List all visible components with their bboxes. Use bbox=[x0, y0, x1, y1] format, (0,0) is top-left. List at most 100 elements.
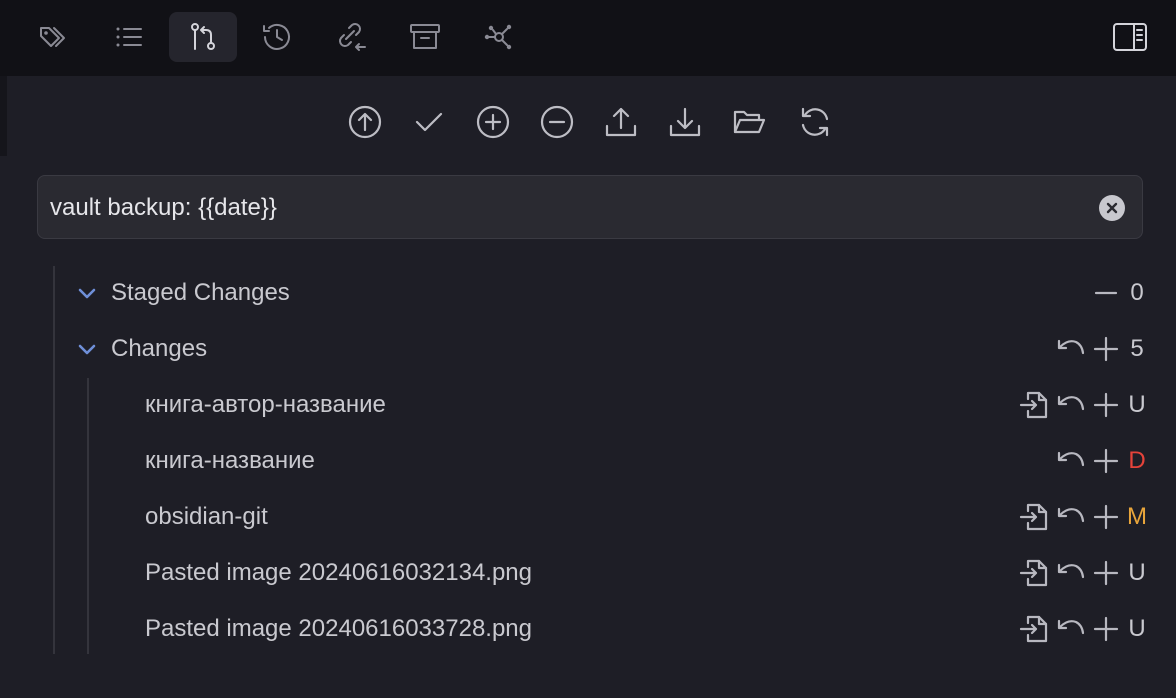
file-status: M bbox=[1127, 503, 1147, 530]
commit-icon bbox=[415, 112, 443, 132]
undo-icon bbox=[1057, 395, 1085, 411]
commit-and-sync-button[interactable] bbox=[343, 100, 387, 144]
file-status: U bbox=[1128, 391, 1146, 418]
unstage-all-icon bbox=[540, 105, 574, 139]
folder-icon bbox=[733, 110, 766, 134]
commit-button[interactable] bbox=[407, 100, 451, 144]
file-row[interactable]: Pasted image 20240616032134.png U bbox=[60, 547, 1150, 599]
tab-graph[interactable] bbox=[465, 12, 533, 62]
open-file-button[interactable] bbox=[1016, 499, 1052, 535]
file-actions: U bbox=[1016, 379, 1150, 431]
discard-file-button[interactable] bbox=[1052, 387, 1088, 423]
left-edge bbox=[0, 76, 7, 156]
commit-and-sync-icon bbox=[348, 105, 382, 139]
discard-file-button[interactable] bbox=[1052, 443, 1088, 479]
tree-guide-outer bbox=[53, 266, 55, 654]
commit-message-input[interactable] bbox=[48, 176, 1092, 240]
tab-backlinks[interactable] bbox=[316, 12, 384, 62]
changes-count: 5 bbox=[1130, 335, 1144, 362]
plus-icon bbox=[1093, 504, 1119, 530]
stage-file-button[interactable] bbox=[1088, 387, 1124, 423]
file-status: U bbox=[1128, 615, 1146, 642]
file-name: Pasted image 20240616032134.png bbox=[145, 559, 532, 586]
discard-file-button[interactable] bbox=[1052, 555, 1088, 591]
pull-button[interactable] bbox=[663, 100, 707, 144]
history-icon bbox=[263, 23, 290, 50]
file-actions: D bbox=[1052, 435, 1150, 487]
tab-tags[interactable] bbox=[20, 12, 88, 62]
open-file-icon bbox=[1019, 391, 1048, 419]
chevron-down-icon bbox=[78, 344, 96, 355]
graph-icon bbox=[484, 24, 512, 50]
file-name: obsidian-git bbox=[145, 503, 268, 530]
file-status: D bbox=[1128, 447, 1146, 474]
push-button[interactable] bbox=[599, 100, 643, 144]
unstage-all-staged-button[interactable] bbox=[1088, 275, 1124, 311]
file-actions: U bbox=[1016, 547, 1150, 599]
staged-changes-label: Staged Changes bbox=[111, 279, 290, 306]
open-file-button[interactable] bbox=[1016, 555, 1052, 591]
plus-icon bbox=[1093, 616, 1119, 642]
undo-icon bbox=[1057, 339, 1085, 355]
minus-icon bbox=[1094, 291, 1118, 295]
stage-file-button[interactable] bbox=[1088, 443, 1124, 479]
sidebar-toggle-icon bbox=[1113, 23, 1147, 51]
clear-message-button[interactable] bbox=[1099, 195, 1125, 221]
plus-icon bbox=[1093, 336, 1119, 362]
commit-message-box bbox=[37, 175, 1143, 240]
file-name: книга-название bbox=[145, 447, 315, 474]
tab-history[interactable] bbox=[243, 12, 311, 62]
tab-archive[interactable] bbox=[391, 12, 459, 62]
link-arrow-icon bbox=[339, 23, 366, 51]
refresh-icon bbox=[801, 107, 829, 137]
open-file-icon bbox=[1019, 559, 1048, 587]
plus-icon bbox=[1093, 560, 1119, 586]
tags-icon bbox=[40, 27, 65, 47]
staged-count: 0 bbox=[1130, 279, 1144, 306]
undo-icon bbox=[1057, 507, 1085, 523]
file-row[interactable]: книга-название D bbox=[60, 435, 1150, 487]
open-folder-button[interactable] bbox=[727, 100, 771, 144]
open-file-icon bbox=[1019, 503, 1048, 531]
plus-icon bbox=[1093, 392, 1119, 418]
stage-file-button[interactable] bbox=[1088, 499, 1124, 535]
archive-icon bbox=[410, 24, 440, 49]
close-icon bbox=[1106, 202, 1118, 214]
discard-file-button[interactable] bbox=[1052, 611, 1088, 647]
open-file-button[interactable] bbox=[1016, 611, 1052, 647]
stage-file-button[interactable] bbox=[1088, 555, 1124, 591]
plus-icon bbox=[1093, 448, 1119, 474]
open-file-icon bbox=[1019, 615, 1048, 643]
pull-icon bbox=[669, 107, 701, 137]
unstage-all-button[interactable] bbox=[535, 100, 579, 144]
open-file-button[interactable] bbox=[1016, 387, 1052, 423]
discard-file-button[interactable] bbox=[1052, 499, 1088, 535]
undo-icon bbox=[1057, 619, 1085, 635]
file-actions: U bbox=[1016, 603, 1150, 655]
tab-outline[interactable] bbox=[95, 12, 163, 62]
stage-file-button[interactable] bbox=[1088, 611, 1124, 647]
stage-all-changes-button[interactable] bbox=[1088, 331, 1124, 367]
push-icon bbox=[605, 107, 637, 137]
file-status: U bbox=[1128, 559, 1146, 586]
staged-changes-header[interactable]: Staged Changes 0 bbox=[60, 267, 1150, 319]
file-row[interactable]: Pasted image 20240616033728.png U bbox=[60, 603, 1150, 655]
tab-source-control[interactable] bbox=[169, 12, 237, 62]
changes-actions: 5 bbox=[1052, 323, 1150, 375]
undo-icon bbox=[1057, 451, 1085, 467]
file-name: Pasted image 20240616033728.png bbox=[145, 615, 532, 642]
file-name: книга-автор-название bbox=[145, 391, 386, 418]
file-row[interactable]: книга-автор-название U bbox=[60, 379, 1150, 431]
toggle-sidebar-button[interactable] bbox=[1096, 12, 1164, 62]
file-actions: M bbox=[1016, 491, 1150, 543]
file-row[interactable]: obsidian-git M bbox=[60, 491, 1150, 543]
chevron-down-icon bbox=[78, 288, 96, 299]
git-branch-icon bbox=[191, 23, 215, 50]
changes-header[interactable]: Changes 5 bbox=[60, 323, 1150, 375]
changes-label: Changes bbox=[111, 335, 208, 362]
refresh-button[interactable] bbox=[793, 100, 837, 144]
discard-all-button[interactable] bbox=[1052, 331, 1088, 367]
stage-all-button[interactable] bbox=[471, 100, 515, 144]
staged-actions: 0 bbox=[1088, 267, 1150, 319]
undo-icon bbox=[1057, 563, 1085, 579]
